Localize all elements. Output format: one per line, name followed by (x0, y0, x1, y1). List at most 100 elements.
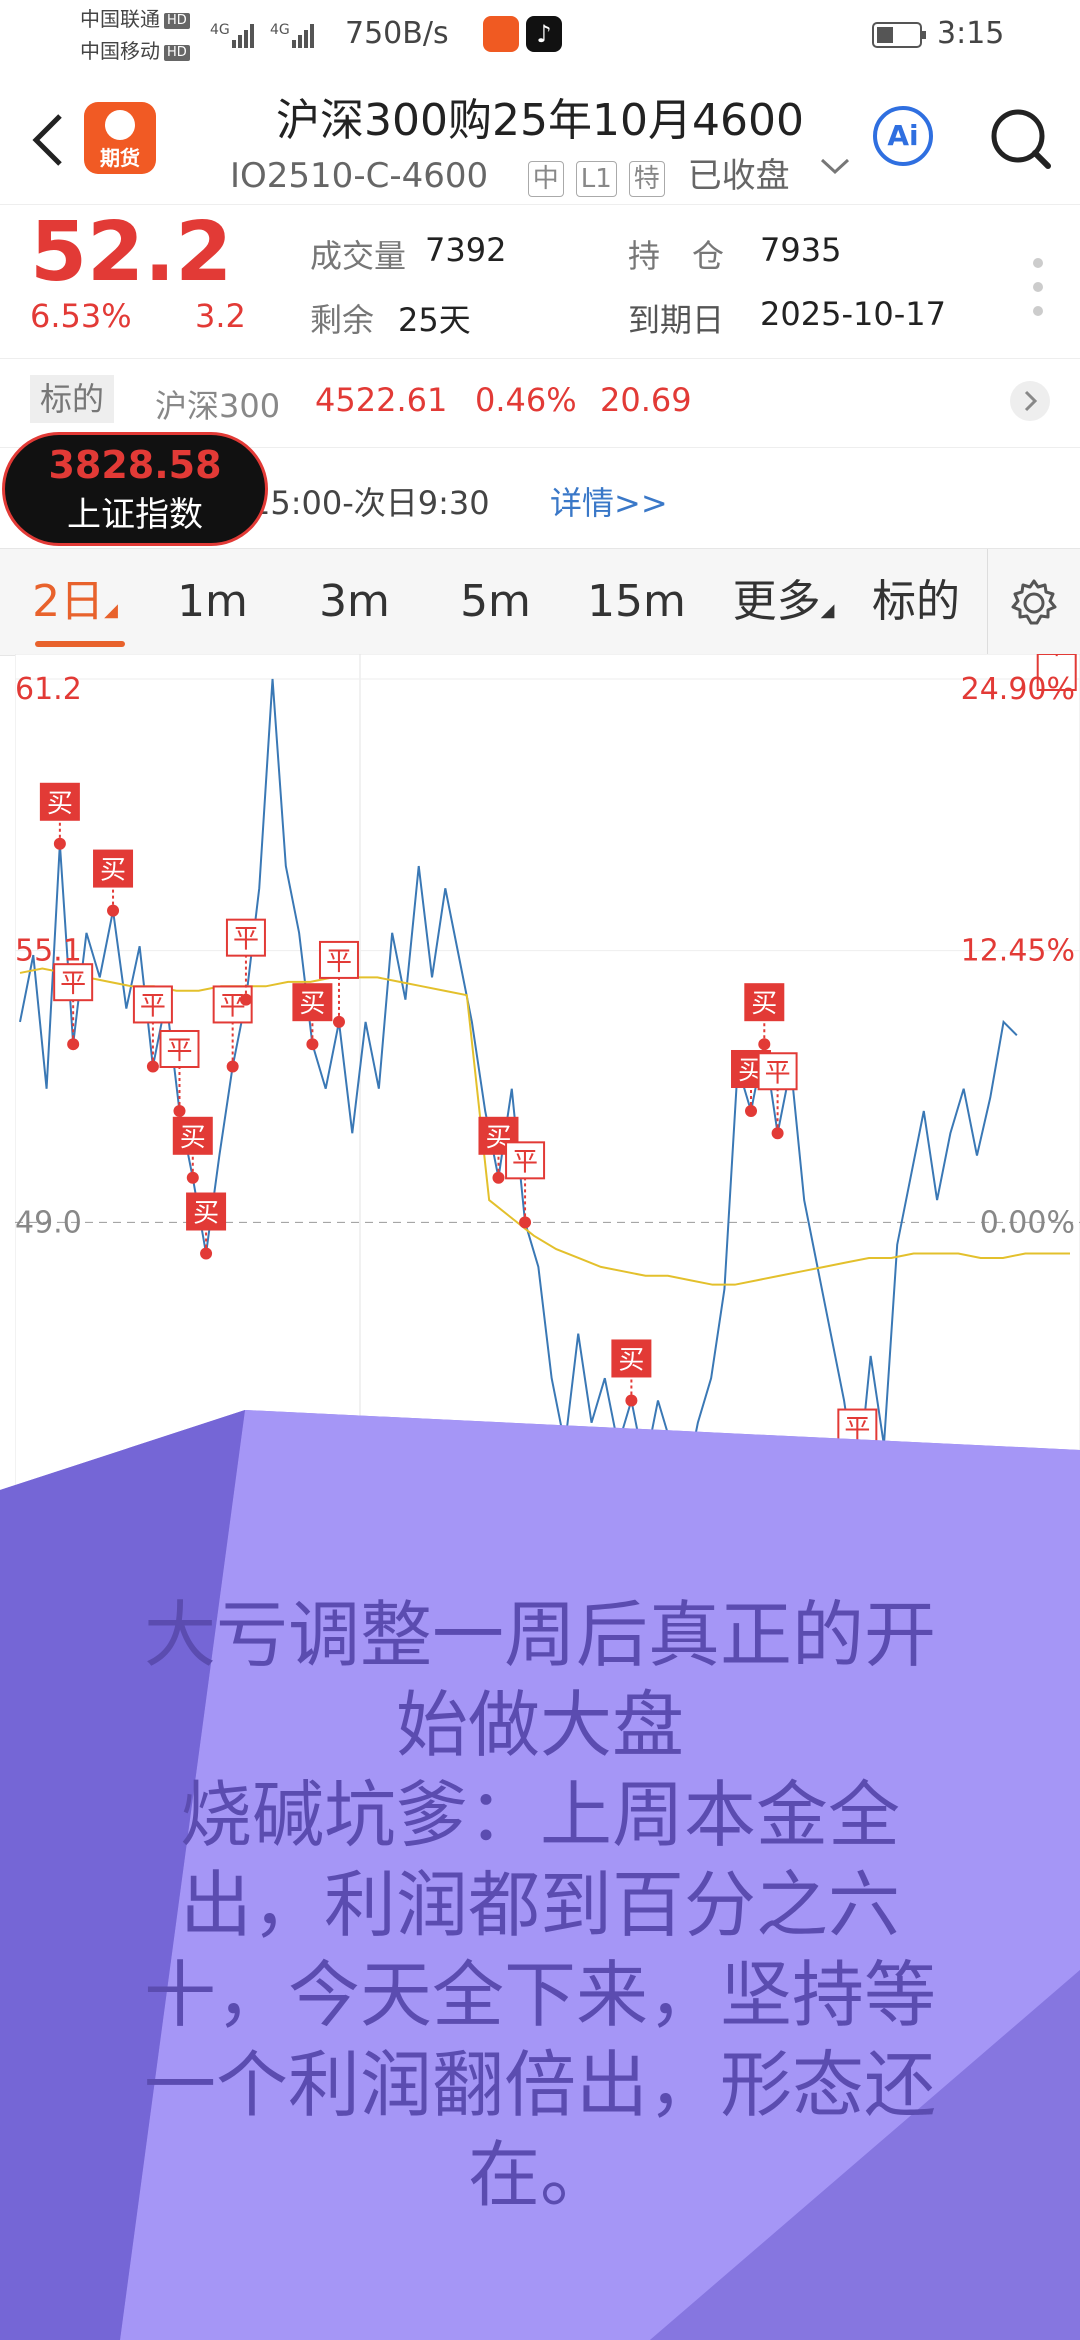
remaining-label: 剩余 (310, 301, 375, 339)
index-float-badge[interactable]: 3828.58 上证指数 (2, 432, 268, 546)
caption-line-5: 十，今天全下来，坚持等 (143, 1953, 936, 2037)
buy-marker-label: 买 (299, 989, 325, 1019)
tab-3m[interactable]: 3m (302, 549, 407, 655)
remaining-value: 25天 (398, 301, 471, 339)
marker-dot (306, 1038, 319, 1051)
marker-dot (186, 1171, 199, 1184)
tab-underlying[interactable]: 标的 (866, 549, 966, 655)
y-left-tick: 61.2 (15, 672, 82, 707)
last-price: 52.2 (30, 205, 233, 300)
marker-dot (771, 1127, 784, 1140)
open-interest-value: 7935 (760, 231, 842, 269)
y-right-tick: 24.90% (961, 672, 1075, 707)
underlying-price: 4522.61 (315, 381, 448, 419)
y-left-tick: 49.0 (15, 1205, 82, 1240)
page-title: 沪深300购25年10月4600 (276, 95, 804, 146)
underlying-name: 沪深300 (155, 387, 281, 425)
carrier-2: 中国移动 HD (80, 38, 190, 64)
instrument-code: IO2510-C-4600 (230, 156, 489, 196)
buy-marker-label: 买 (193, 1199, 219, 1229)
marker-dot (519, 1216, 532, 1229)
marker-dot (239, 993, 252, 1006)
index-value: 3828.58 (48, 443, 222, 487)
status-bar: 中国联通 HD 中国移动 HD 4G 4G 750B/s ♪ 3:15 (0, 0, 1080, 70)
active-tab-indicator (35, 641, 125, 647)
expiry-label: 到期日 (628, 301, 725, 339)
close-marker-label: 平 (166, 1036, 192, 1066)
instrument-code-row: IO2510-C-4600 中 L1 特 已收盘 (230, 148, 790, 197)
header: 期货 沪深300购25年10月4600 IO2510-C-4600 中 L1 特 已… (0, 70, 1080, 205)
tab-more[interactable]: 更多◢ (726, 549, 841, 655)
chevron-right-icon[interactable] (1010, 381, 1050, 421)
volume-label: 成交量 (310, 237, 407, 275)
svg-text:4G: 4G (210, 22, 230, 38)
chevron-down-icon[interactable] (818, 154, 852, 182)
buy-marker-label: 买 (100, 856, 126, 886)
caption-line-6: 一个利润翻倍出，形态还 (143, 2043, 936, 2127)
open-interest-label: 持 仓 (628, 237, 725, 275)
back-button[interactable] (28, 110, 68, 174)
marker-dot (745, 1104, 758, 1117)
caption-text: 大亏调整一周后真正的开 始做大盘 烧碱坑爹：上周本金全 出，利润都到百分之六 十… (100, 1590, 980, 2220)
quote-panel: 52.2 6.53% 3.2 成交量 7392 持 仓 7935 剩余 25天 … (0, 205, 1080, 355)
close-marker-label: 平 (1044, 654, 1070, 661)
close-marker-label: 平 (326, 947, 352, 977)
net-speed: 750B/s (345, 16, 449, 51)
market-state: 已收盘 (687, 156, 790, 196)
caption-line-3: 烧碱坑爹：上周本金全 (179, 1773, 900, 1857)
search-icon[interactable] (988, 106, 1054, 176)
tab-divider (987, 549, 988, 655)
close-marker-label: 平 (60, 969, 86, 999)
change-percent: 6.53% (30, 297, 132, 335)
marker-dot (332, 1015, 345, 1028)
svg-text:4G: 4G (270, 22, 290, 38)
logo-mark-icon (105, 110, 135, 140)
settings-gear-icon[interactable] (1008, 577, 1060, 633)
more-vertical-icon[interactable] (1028, 253, 1048, 327)
marker-dot (226, 1060, 239, 1073)
tab-1m[interactable]: 1m (160, 549, 265, 655)
ai-assistant-button[interactable]: Ai (873, 106, 933, 166)
underlying-tag: 标的 (30, 375, 115, 423)
underlying-change: 20.69 (600, 381, 692, 419)
y-right-tick: 12.45% (961, 934, 1075, 969)
session-time: 15:00-次日9:30 (250, 484, 490, 522)
futures-app-icon[interactable]: 期货 (84, 102, 156, 174)
buy-marker-label: 买 (618, 1345, 644, 1375)
futures-app-notif-icon (483, 16, 519, 52)
marker-dot (758, 1038, 771, 1051)
carrier-1: 中国联通 HD (80, 6, 190, 32)
close-marker-label: 平 (765, 1058, 791, 1088)
tab-15m[interactable]: 15m (584, 549, 689, 655)
marker-dot (146, 1060, 159, 1073)
y-left-tick: 55.1 (15, 934, 82, 969)
marker-dot (625, 1394, 638, 1407)
marker-dot (200, 1247, 213, 1260)
battery-icon (872, 20, 928, 54)
tag-mid: 中 (527, 161, 564, 197)
buy-marker-label: 买 (47, 789, 73, 819)
caption-line-1: 大亏调整一周后真正的开 (143, 1593, 936, 1677)
marker-dot (67, 1038, 80, 1051)
app-icon-label: 期货 (100, 146, 140, 170)
y-right-tick: 0.00% (980, 1205, 1075, 1240)
marker-dot (53, 837, 66, 850)
close-marker-label: 平 (140, 991, 166, 1021)
tiktok-notif-icon: ♪ (526, 16, 562, 52)
marker-dot (173, 1104, 186, 1117)
signal-icon: 4G 4G (210, 18, 330, 57)
tag-special: 特 (628, 161, 665, 197)
change-value: 3.2 (195, 297, 246, 335)
tab-5m[interactable]: 5m (443, 549, 548, 655)
tab-2day[interactable]: 2日◢ (20, 549, 130, 655)
buy-marker-label: 买 (180, 1123, 206, 1153)
tag-l1: L1 (575, 161, 617, 197)
buy-marker-label: 买 (751, 989, 777, 1019)
marker-dot (492, 1171, 505, 1184)
caption-line-7: 在。 (467, 2133, 612, 2217)
session-details-link[interactable]: 详情>> (550, 478, 668, 524)
clock: 3:15 (937, 16, 1005, 51)
period-tabs: 2日◢ 1m 3m 5m 15m 更多◢ 标的 (0, 548, 1080, 656)
expiry-value: 2025-10-17 (760, 295, 946, 333)
caption-line-2: 始做大盘 (395, 1683, 684, 1767)
